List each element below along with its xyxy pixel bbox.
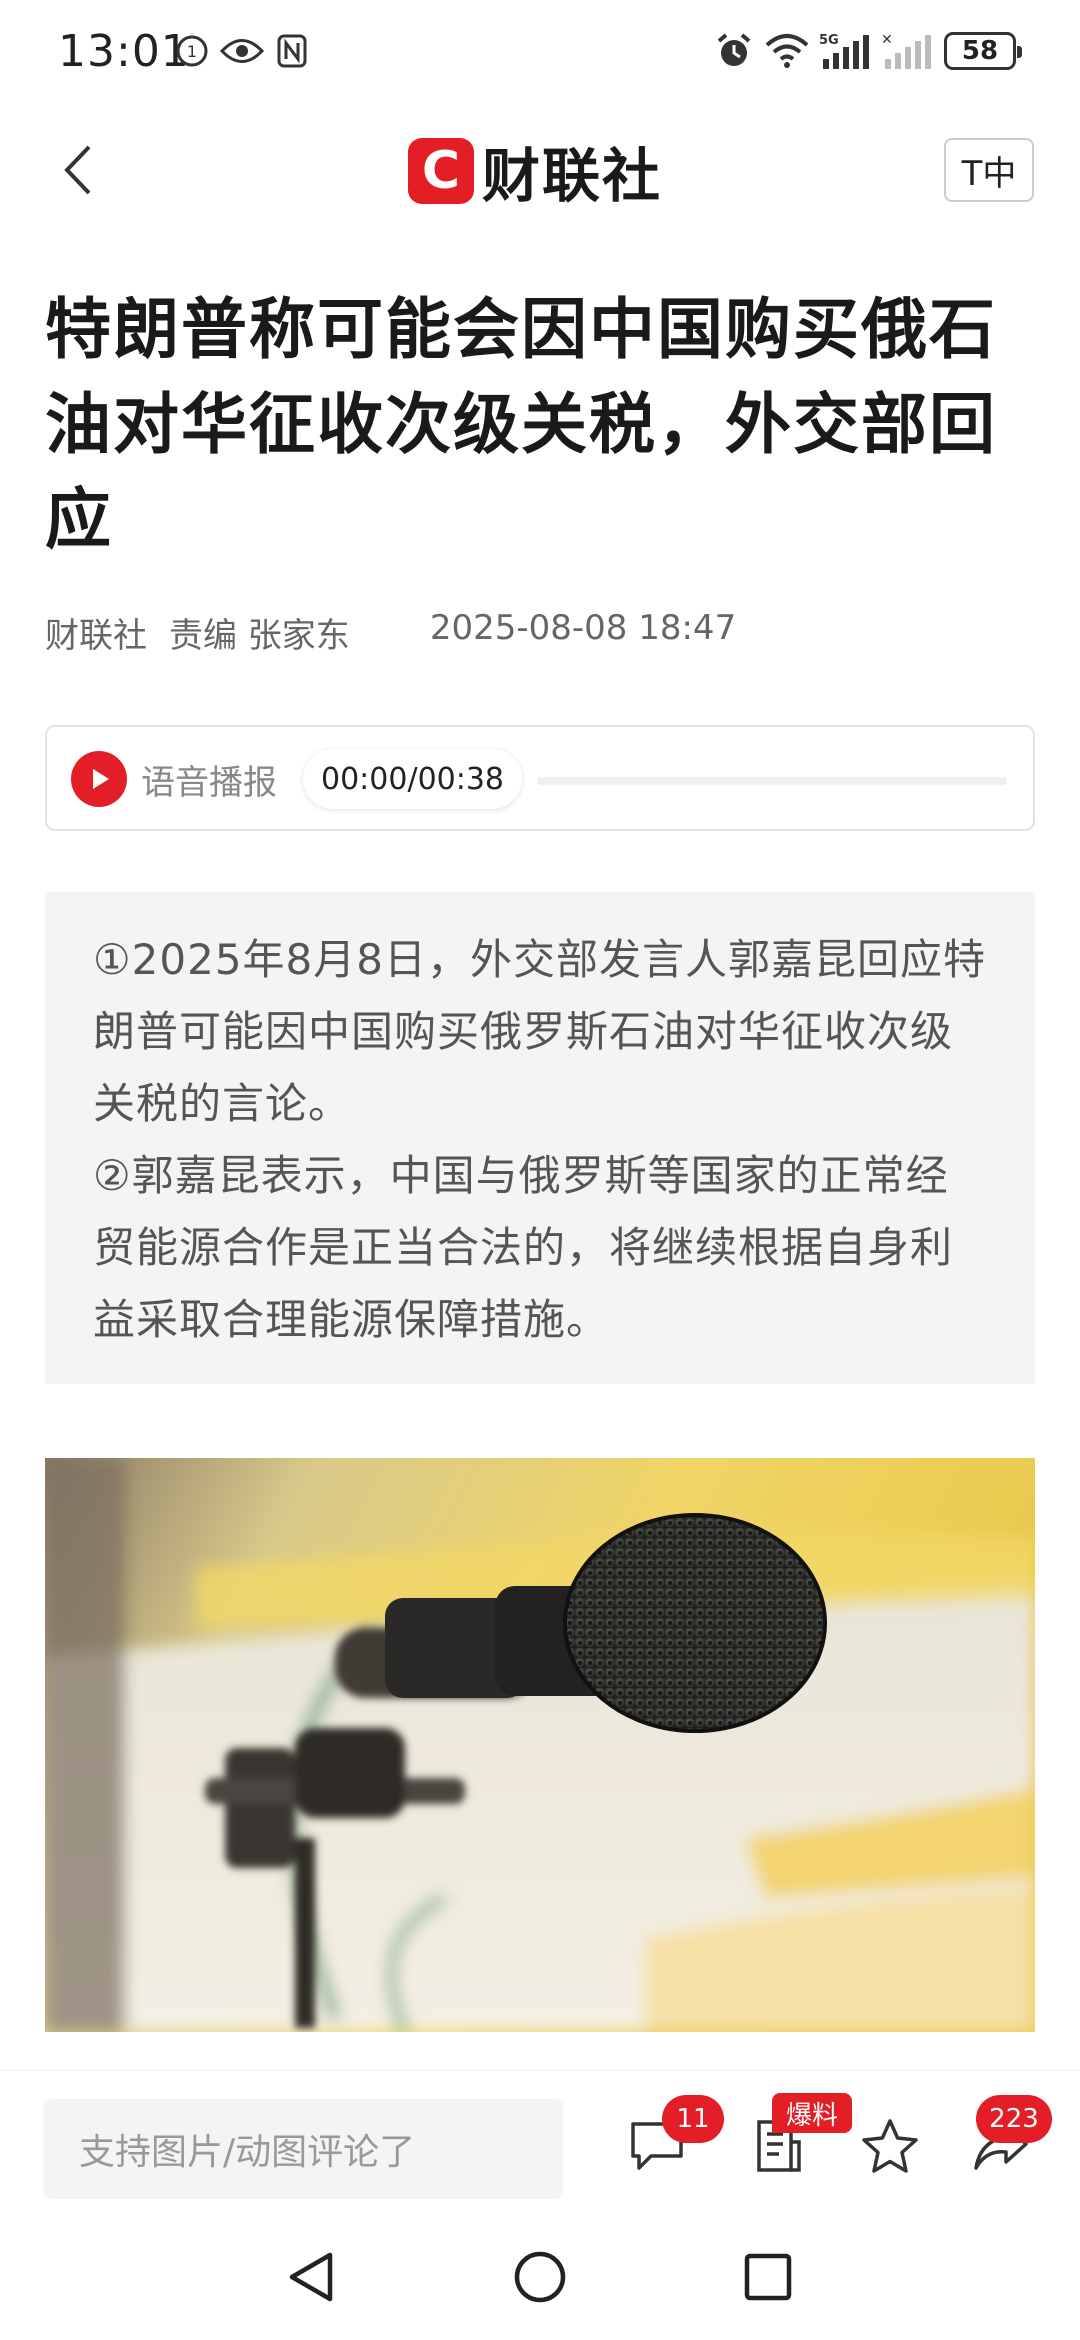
play-button[interactable]: [71, 751, 127, 807]
nav-home-icon: [514, 2251, 566, 2303]
star-icon: [862, 2119, 918, 2173]
font-size-button[interactable]: T中: [944, 138, 1034, 202]
alarm-icon: [712, 30, 756, 72]
wifi-icon: [762, 30, 812, 72]
audio-label: 语音播报: [141, 763, 277, 803]
favorite-button[interactable]: [855, 2111, 925, 2181]
system-back-button[interactable]: [276, 2242, 346, 2312]
nav-back-icon: [289, 2252, 333, 2302]
signal-5g-icon: 5G: [818, 30, 874, 72]
battery-indicator: 58: [944, 32, 1022, 70]
network-type: 5G: [819, 33, 839, 48]
app-header: C 财联社 T中: [0, 105, 1080, 235]
system-home-button[interactable]: [505, 2242, 575, 2312]
logo-mark: C: [408, 138, 474, 204]
comment-input[interactable]: 支持图片/动图评论了: [43, 2099, 563, 2199]
summary-point-2: ②郭嘉昆表示，中国与俄罗斯等国家的正常经贸能源合作是正当合法的，将继续根据自身利…: [93, 1151, 954, 1344]
comment-count-badge: 11: [662, 2095, 724, 2143]
nfc-mode-icon: 1: [172, 30, 212, 72]
share-count-badge: 223: [976, 2095, 1052, 2143]
play-icon: [93, 769, 109, 789]
article-datetime: 2025-08-08 18:47: [429, 608, 737, 648]
system-recents-button[interactable]: [733, 2242, 803, 2312]
eye-icon: [218, 30, 266, 72]
nav-recent-icon: [744, 2253, 792, 2301]
summary-point-1: ①2025年8月8日，外交部发言人郭嘉昆回应特朗普可能因中国购买俄罗斯石油对华征…: [93, 935, 986, 1128]
article-source: 财联社: [45, 616, 147, 656]
status-time: 13:01: [58, 26, 190, 77]
back-button[interactable]: [48, 135, 108, 205]
bottom-action-bar: 支持图片/动图评论了 11 爆料 223: [0, 2070, 1080, 2220]
nfc-icon: [274, 30, 310, 72]
app-logo: C 财联社: [408, 135, 662, 210]
audio-time: 00:00/00:38: [303, 749, 523, 809]
article-meta: 财联社 责编 张家东 2025-08-08 18:47: [45, 608, 736, 657]
svg-text:✕: ✕: [881, 32, 893, 48]
article-summary: ①2025年8月8日，外交部发言人郭嘉昆回应特朗普可能因中国购买俄罗斯石油对华征…: [45, 892, 1035, 1384]
microphone-photo: [45, 1458, 1035, 2032]
logo-text: 财联社: [482, 142, 663, 210]
signal-icon: ✕: [880, 30, 936, 72]
status-bar: 13:01 1 5G ✕ 58: [0, 0, 1080, 105]
article-title: 特朗普称可能会因中国购买俄石油对华征收次级关税，外交部回应: [45, 291, 997, 558]
audio-progress-track[interactable]: [537, 777, 1007, 785]
article-editor: 责编 张家东: [169, 616, 350, 656]
back-arrow-icon: [64, 145, 91, 195]
audio-player: 语音播报 00:00/00:38: [45, 725, 1035, 831]
article-image: [45, 1458, 1035, 2032]
svg-text:1: 1: [187, 42, 197, 61]
system-navigation-bar: [0, 2220, 1080, 2340]
baoliao-badge: 爆料: [772, 2093, 852, 2133]
